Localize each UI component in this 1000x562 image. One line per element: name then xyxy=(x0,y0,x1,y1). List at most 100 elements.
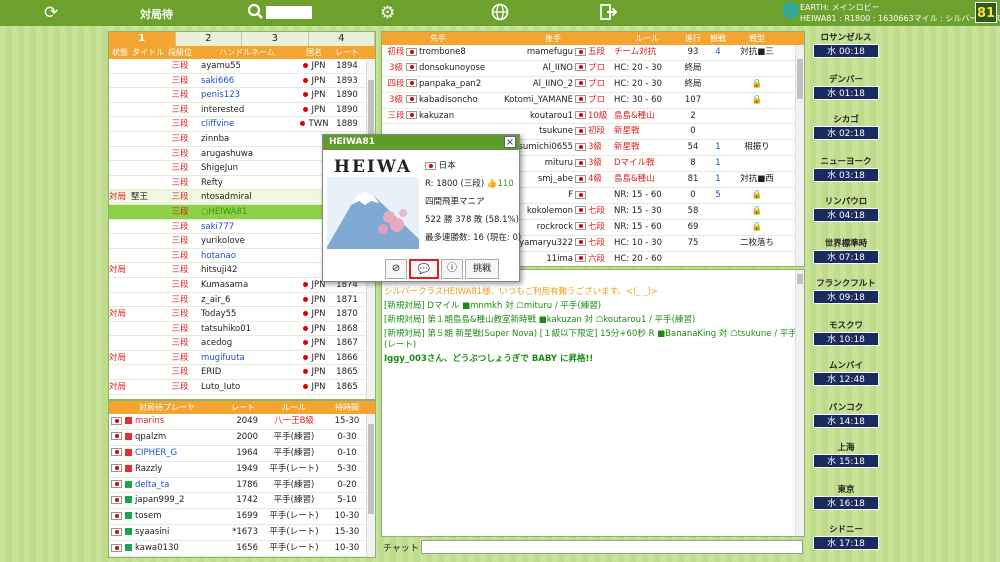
col-game-rule[interactable]: ルール xyxy=(612,32,682,45)
game-row[interactable]: 3級 kabadisoncho Kotomi_YAMANE プロ HC: 30 - 60… xyxy=(382,93,804,109)
sente-rank: 3級 xyxy=(389,62,403,73)
waiting-row[interactable]: Razzly 1949 平手(レート) 5-30 xyxy=(109,462,375,478)
challenge-button[interactable]: 挑戦 xyxy=(465,259,499,279)
col-country[interactable]: 国名 xyxy=(299,46,329,59)
logo: 81 xyxy=(975,2,997,23)
col-watchers[interactable]: 観戦 xyxy=(704,32,732,45)
search-icon[interactable] xyxy=(247,3,263,24)
player-handle-text: mugifuuta xyxy=(201,352,245,363)
player-rank-text: 三段 xyxy=(171,163,189,174)
japan-flag-icon xyxy=(406,79,417,88)
player-rate: 1868 xyxy=(329,322,365,336)
col-gote[interactable]: 後手 xyxy=(494,32,612,45)
player-rate: 1893 xyxy=(329,74,365,88)
player-status xyxy=(109,365,131,379)
player-row[interactable]: 三段 cliffvine TWN 1889 xyxy=(109,117,375,132)
waiting-row[interactable]: japan999_2 1742 平手(練習) 5-10 xyxy=(109,493,375,510)
player-rate: 1890 xyxy=(329,88,365,102)
player-rate: 1889 xyxy=(329,117,365,131)
col-rate[interactable]: レート xyxy=(329,46,365,59)
tab-4[interactable]: 4 xyxy=(308,32,375,46)
col-waiting-rule[interactable]: ルール xyxy=(261,401,327,414)
waiting-row[interactable]: qpalzm 2000 平手(練習) 0-30 xyxy=(109,430,375,446)
player-row[interactable]: 三段 ERID JPN 1865 xyxy=(109,365,375,381)
col-rank[interactable]: 段級位 xyxy=(165,46,195,59)
col-waiting-player[interactable]: 対局待プレーヤ xyxy=(109,401,225,414)
games-scrollbar[interactable] xyxy=(795,45,804,266)
close-icon[interactable]: × xyxy=(504,136,516,148)
class-badge-icon xyxy=(125,544,132,552)
col-moves[interactable]: 進行 xyxy=(682,32,704,45)
player-title xyxy=(131,336,165,350)
gote-rank: 六段 xyxy=(588,253,606,264)
col-waiting-time[interactable]: 持時間 xyxy=(327,401,367,414)
player-row[interactable]: 対局 三段 Luto_Iuto JPN 1865 xyxy=(109,380,375,395)
chat-scrollbar[interactable] xyxy=(795,270,804,536)
game-moves: 58 xyxy=(687,205,699,216)
player-row[interactable]: 対局 三段 mugifuuta JPN 1866 xyxy=(109,351,375,366)
player-rank: 三段 xyxy=(165,336,195,350)
waiting-row[interactable]: tosem 1699 平手(レート) 10-30 xyxy=(109,509,375,526)
player-handle-text: ERID xyxy=(201,367,222,378)
player-row[interactable]: 三段 acedog JPN 1867 xyxy=(109,336,375,351)
gote-rank: 4級 xyxy=(588,174,602,185)
player-row[interactable]: 対局 三段 Today55 JPN 1870 xyxy=(109,307,375,322)
thumbs-up-icon[interactable]: 👍 xyxy=(487,179,498,189)
col-handle[interactable]: ハンドルネーム xyxy=(195,46,299,59)
player-row[interactable]: 三段 interested JPN 1890 xyxy=(109,103,375,118)
col-title[interactable]: タイトル xyxy=(131,46,165,59)
lock-icon: 🔒 xyxy=(751,221,763,232)
game-row[interactable]: 三段 kakuzan koutarou1 10級 島島&種山 2 xyxy=(382,109,804,125)
col-opening[interactable]: 戦型 xyxy=(732,32,782,45)
game-row[interactable]: 四段 panpaka_pan2 Al_IINO_2 プロ HC: 20 - 30 終局 🔒 xyxy=(382,77,804,93)
game-opening: 二枚落ち xyxy=(732,236,782,251)
player-status: 対局 xyxy=(109,263,131,277)
player-row[interactable]: 三段 tatsuhiko01 JPN 1868 xyxy=(109,322,375,337)
waiting-row[interactable]: CIPHER_G 1964 平手(練習) 0-10 xyxy=(109,446,375,462)
col-waiting-rate[interactable]: レート xyxy=(225,401,261,414)
game-rule: HC: 20 - 30 xyxy=(614,62,662,73)
globe-icon[interactable] xyxy=(491,3,509,26)
waiting-row[interactable]: delta_ta 1786 平手(練習) 0-20 xyxy=(109,478,375,494)
player-country: JPN xyxy=(299,380,329,394)
player-title xyxy=(131,176,165,190)
gear-icon[interactable]: ⚙ xyxy=(380,3,395,23)
waiting-row[interactable]: kawa0130 1656 平手(レート) 10-30 xyxy=(109,541,375,557)
world-clock: ムンバイ水 12:48 xyxy=(813,360,879,386)
info-icon[interactable]: ⓘ xyxy=(441,259,463,279)
player-country: JPN xyxy=(299,322,329,336)
tab-1[interactable]: 1 xyxy=(109,32,176,46)
player-status xyxy=(109,278,131,292)
player-rate-text: 1867 xyxy=(336,338,358,349)
lock-icon: 🔒 xyxy=(751,190,763,201)
refresh-icon[interactable]: ⟳ xyxy=(44,3,58,23)
player-handle: ShigeJun xyxy=(195,161,299,175)
chat-bubble-icon[interactable]: 💬 xyxy=(409,259,439,279)
tab-3[interactable]: 3 xyxy=(242,32,309,46)
game-row[interactable]: 3級 donsokunoyose Al_IINO プロ HC: 20 - 30 終局 xyxy=(382,61,804,77)
waiting-row[interactable]: syaasini *1673 平手(レート) 15-30 xyxy=(109,525,375,542)
search-input[interactable] xyxy=(266,6,312,19)
col-status[interactable]: 状態 xyxy=(109,46,131,59)
waiting-scrollbar[interactable] xyxy=(366,414,375,557)
game-watchers xyxy=(704,93,732,108)
player-rate: 1871 xyxy=(329,293,365,307)
player-title xyxy=(131,103,165,117)
col-sente[interactable]: 先手 xyxy=(382,32,494,45)
player-handle: mugifuuta xyxy=(195,351,299,365)
player-country-text: JPN xyxy=(311,323,326,334)
chat-input[interactable] xyxy=(421,540,803,554)
game-rule: 新星戦 xyxy=(614,126,640,137)
player-rank: 三段 xyxy=(165,278,195,292)
player-row[interactable]: 三段 saki666 JPN 1893 xyxy=(109,74,375,89)
player-handle-text: tatsuhiko01 xyxy=(201,323,252,334)
block-icon[interactable]: ⊘ xyxy=(385,259,407,279)
waiting-row[interactable]: marins 2049 八一王B級 15-30 xyxy=(109,414,375,430)
game-row[interactable]: 初段 trombone8 mamefugu 五段 チーム対抗 93 4 対抗■三 xyxy=(382,45,804,61)
player-row[interactable]: 三段 ayamu55 JPN 1894 xyxy=(109,59,375,74)
game-opening: 🔒 xyxy=(732,220,782,235)
exit-icon[interactable] xyxy=(600,3,618,26)
tab-2[interactable]: 2 xyxy=(175,32,242,46)
player-row[interactable]: 三段 penis123 JPN 1890 xyxy=(109,88,375,103)
player-row[interactable]: 三段 z_air_6 JPN 1871 xyxy=(109,293,375,308)
